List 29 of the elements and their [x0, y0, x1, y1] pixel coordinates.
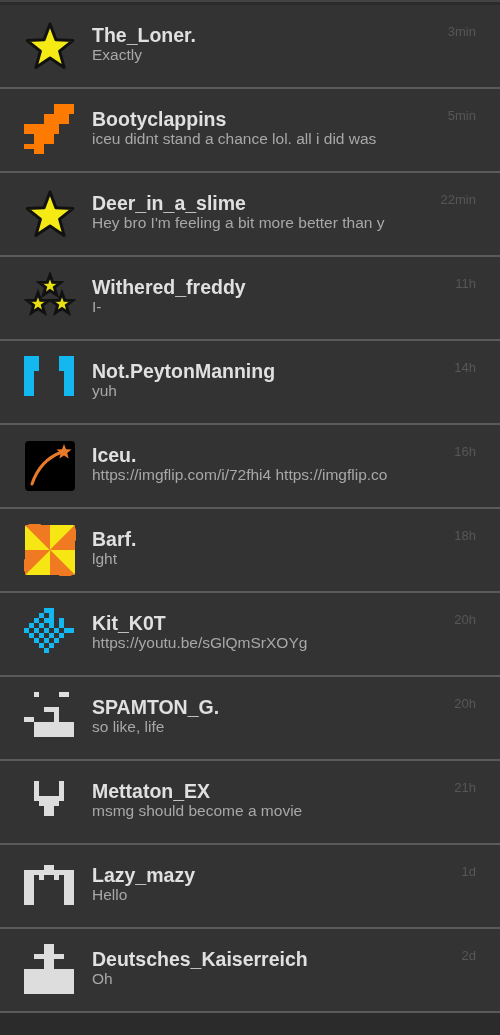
message-preview: Exactly	[92, 46, 143, 64]
pinwheel-icon	[24, 524, 76, 576]
message-preview: iceu didnt stand a chance lol. all i did was	[92, 130, 378, 148]
user-name: Mettaton_EX	[92, 780, 211, 802]
user-name: Kit_K0T	[92, 612, 166, 634]
message-preview: so like, life	[92, 718, 166, 736]
message-preview: https://imgflip.com/i/72fhi4 https://imgflip.co	[92, 466, 389, 484]
user-name: Barf.	[92, 528, 137, 550]
message-preview: I-	[92, 298, 103, 316]
user-name: The_Loner.	[92, 24, 197, 46]
user-name: Not.PeytonManning	[92, 360, 276, 382]
message-preview: lght	[92, 550, 118, 568]
user-name: Withered_freddy	[92, 276, 246, 298]
star-icon	[24, 20, 76, 72]
user-name: SPAMTON_G.	[92, 696, 220, 718]
message-preview: https://youtu.be/sGlQmSrXOYg	[92, 634, 309, 652]
user-name: Iceu.	[92, 444, 137, 466]
message-preview: Hello	[92, 886, 129, 904]
pixel-steps-icon	[24, 104, 76, 156]
pixel-cross-icon	[24, 944, 76, 996]
message-preview: yuh	[92, 382, 118, 400]
user-name: Bootyclappins	[92, 108, 227, 130]
user-name: Deutsches_Kaiserreich	[92, 948, 308, 970]
message-preview: Oh	[92, 970, 114, 988]
star-icon	[24, 188, 76, 240]
message-preview: Hey bro I'm feeling a bit more better than y	[92, 214, 386, 232]
user-name: Lazy_mazy	[92, 864, 195, 886]
message-preview: msmg should become a movie	[92, 802, 304, 820]
user-name: Deer_in_a_slime	[92, 192, 246, 214]
